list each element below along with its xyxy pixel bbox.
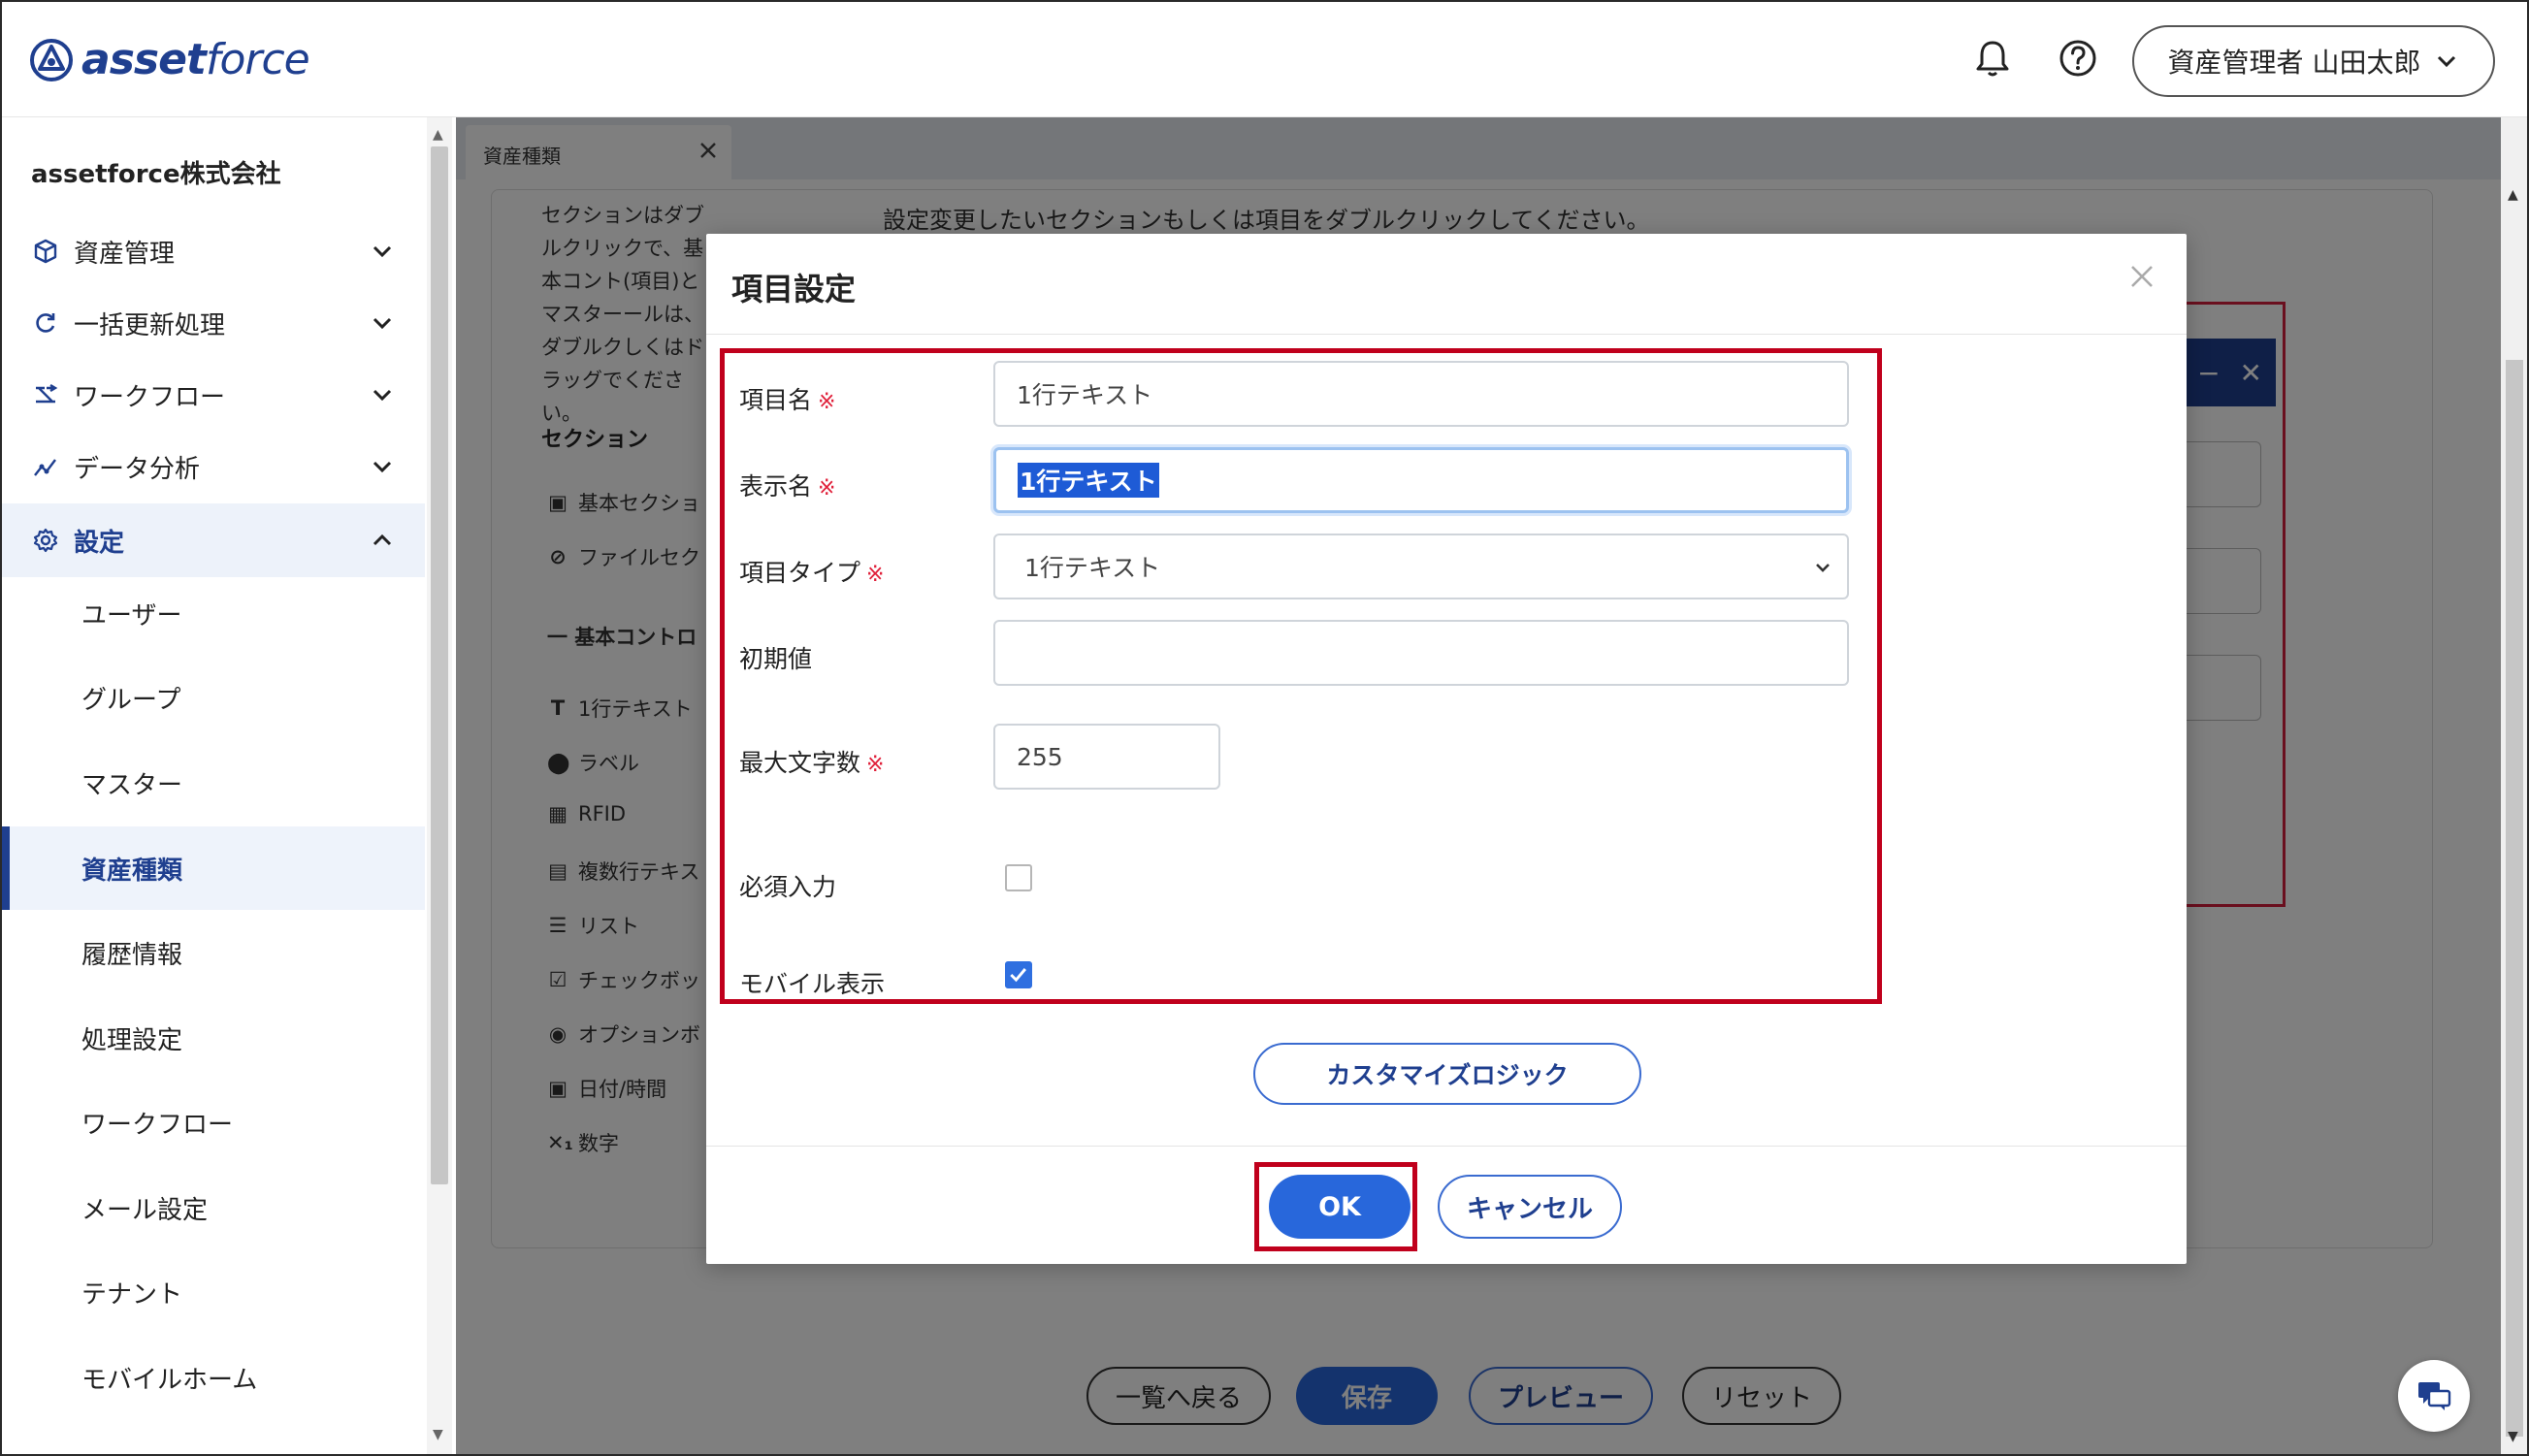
scroll-down-arrow-icon[interactable]: ▼ [2508,1429,2518,1444]
chevron-down-icon [373,317,392,330]
mobile-display-checkbox[interactable] [1005,961,1032,988]
sidebar-scrollbar-thumb[interactable] [431,146,448,1184]
chevron-down-icon [373,461,392,473]
sidebar-sub-users[interactable]: ユーザー [2,571,425,655]
sidebar-item-asset-management[interactable]: 資産管理 [2,216,425,286]
bell-icon[interactable] [1969,35,2016,81]
sidebar-sub-tenant[interactable]: テナント [2,1250,425,1334]
logo-text: assetforce [81,35,310,84]
required-checkbox[interactable] [1005,864,1032,891]
required-mark: ※ [866,563,885,587]
main-scrollbar-thumb[interactable] [2506,360,2523,1437]
required-label: 必須入力 [739,873,837,901]
sidebar-sub-groups[interactable]: グループ [2,656,425,739]
app-header: assetforce 資産管理者 山田太郎 [2,2,2527,117]
gear-icon [33,528,58,553]
sidebar-item-data-analysis[interactable]: データ分析 [2,432,425,502]
analytics-icon [34,459,56,476]
cancel-button[interactable]: キャンセル [1438,1175,1622,1239]
initial-value-label: 初期値 [739,645,813,673]
ok-button[interactable]: OK [1269,1175,1410,1239]
item-name-label: 項目名 ※ [739,386,836,414]
display-name-label: 表示名 ※ [739,472,836,501]
chevron-down-icon [1816,564,1830,572]
app-logo[interactable]: assetforce [29,35,310,84]
checkmark-icon [1010,968,1026,983]
display-name-input[interactable]: 1行テキスト [993,447,1849,513]
chevron-down-icon [373,245,392,258]
refresh-icon [36,313,55,333]
scroll-up-arrow-icon[interactable]: ▲ [433,127,443,143]
divider [706,334,2187,335]
sidebar-item-workflow[interactable]: ワークフロー [2,360,425,430]
scroll-down-arrow-icon[interactable]: ▼ [433,1427,443,1442]
sidebar-item-bulk-update[interactable]: 一括更新処理 [2,288,425,358]
initial-value-input[interactable] [993,620,1849,686]
sidebar-sub-master[interactable]: マスター [2,741,425,825]
sidebar: assetforce株式会社 資産管理 一括更新処理 ワークフロー データ分析 … [2,117,425,1454]
chat-icon [2418,1382,2451,1410]
mobile-display-label: モバイル表示 [739,970,886,998]
selected-text: 1行テキスト [1018,463,1159,498]
required-mark: ※ [866,753,885,777]
item-name-input[interactable]: 1行テキスト [993,361,1849,427]
logo-mark-icon [30,38,73,81]
chevron-up-icon [373,534,392,546]
user-menu[interactable]: 資産管理者 山田太郎 [2132,25,2495,97]
company-name: assetforce株式会社 [31,160,281,189]
required-mark: ※ [818,390,836,414]
item-type-label: 項目タイプ ※ [739,559,885,587]
sidebar-scrollbar[interactable]: ▲ ▼ [427,117,452,1454]
main-scrollbar[interactable]: ▲ ▼ [2501,117,2527,1454]
sidebar-sub-process-settings[interactable]: 処理設定 [2,996,425,1080]
max-length-input[interactable]: 255 [993,724,1220,790]
sidebar-item-settings[interactable]: 設定 [2,503,425,577]
dialog-title: 項目設定 [731,271,857,307]
scroll-up-arrow-icon[interactable]: ▲ [2508,187,2518,203]
chevron-down-icon [373,389,392,402]
required-mark: ※ [818,476,836,501]
user-name: 資産管理者 山田太郎 [2167,47,2421,79]
sidebar-sub-asset-types[interactable]: 資産種類 [2,826,425,910]
cube-icon [34,239,57,264]
sidebar-sub-workflow[interactable]: ワークフロー [2,1081,425,1164]
item-type-select[interactable]: 1行テキスト [993,534,1849,599]
sidebar-sub-history[interactable]: 履歴情報 [2,911,425,994]
workflow-icon [36,383,58,404]
item-settings-dialog: 項目設定 項目名 ※ 1行テキスト 表示名 ※ 1行テキスト 項目タイプ ※ 1行テキ… [706,234,2187,1264]
sidebar-sub-mail-settings[interactable]: メール設定 [2,1166,425,1249]
divider [706,1146,2187,1147]
max-length-label: 最大文字数 ※ [739,749,885,777]
help-icon[interactable] [2055,35,2101,81]
chat-button[interactable] [2398,1360,2470,1432]
custom-logic-button[interactable]: カスタマイズロジック [1253,1043,1641,1105]
sidebar-sub-mobile-home[interactable]: モバイルホーム [2,1336,425,1419]
close-icon[interactable] [2123,257,2161,296]
chevron-down-icon [2438,55,2456,68]
